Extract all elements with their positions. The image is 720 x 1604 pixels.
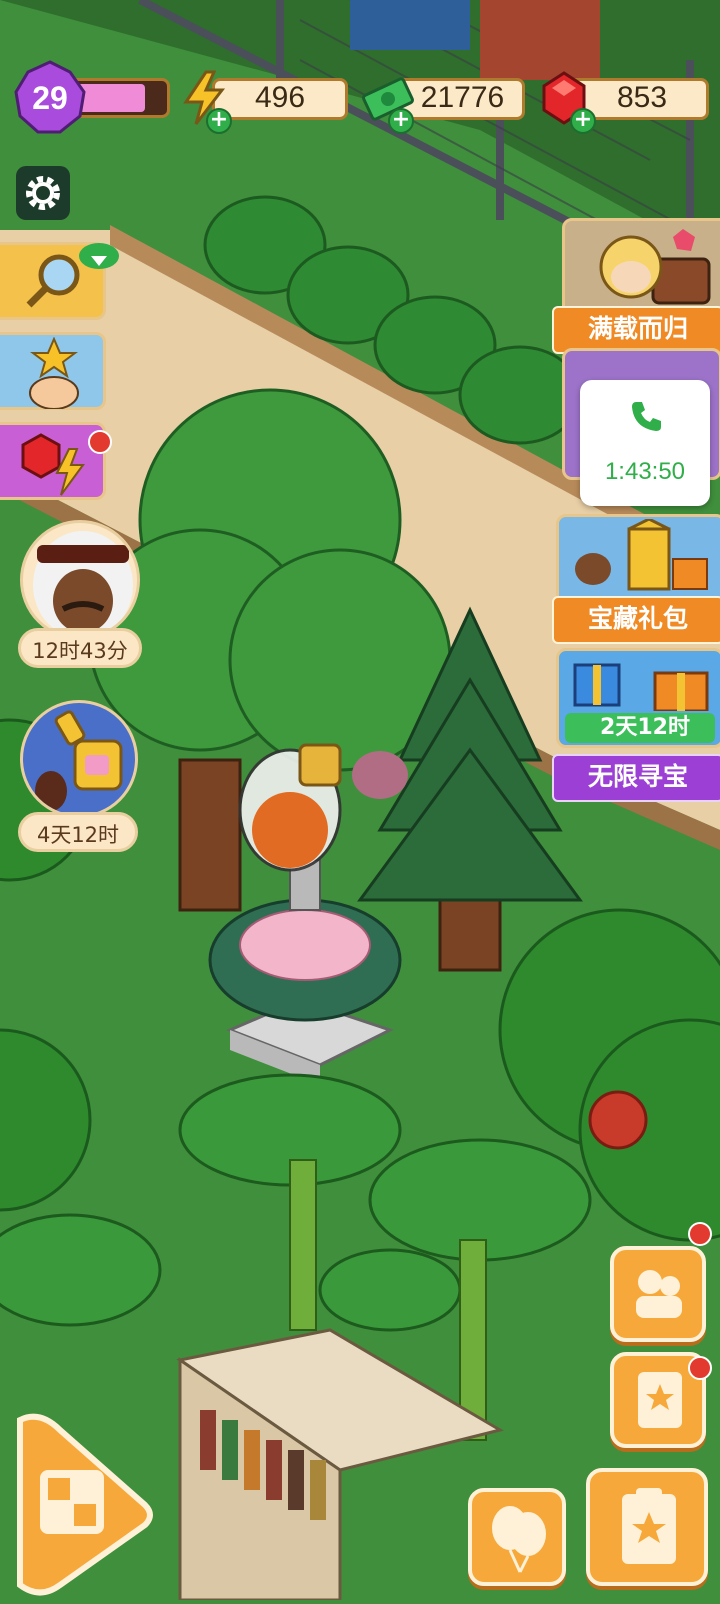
infinite-treasure-label: 无限寻宝 [552, 754, 720, 802]
phone-icon [632, 402, 661, 431]
event-timer: 4天12时 [18, 812, 138, 852]
download-cloud-icon [79, 243, 119, 269]
family-icon [636, 1270, 682, 1318]
gems-value: 853 [616, 81, 668, 114]
merge-board-icon [17, 1413, 153, 1596]
phone-call-card[interactable]: 1:43:50 [580, 380, 710, 506]
infinite-treasure-button[interactable]: 2天12时 [556, 648, 720, 748]
treasure-character-icon [599, 229, 711, 305]
npc-timer: 12时43分 [18, 628, 142, 668]
notification-dot [88, 430, 112, 454]
add-energy-button[interactable]: + [206, 108, 232, 134]
cash-value: 21776 [420, 81, 505, 114]
add-cash-button[interactable]: + [388, 108, 414, 134]
gift-boxes-icon [573, 663, 709, 711]
energy-value: 496 [254, 81, 306, 114]
family-notification-dot [688, 1222, 712, 1246]
star-character-icon [29, 337, 79, 409]
tasks-button[interactable] [586, 1468, 708, 1586]
book-icon [638, 1372, 682, 1428]
merge-board-button[interactable] [0, 1410, 160, 1600]
star-character-event-button[interactable] [0, 332, 106, 410]
perfume-event-button[interactable] [20, 700, 138, 818]
infinite-treasure-timer: 2天12时 [600, 715, 690, 740]
clipboard-star-icon [622, 1488, 676, 1564]
gem-lightning-icon [21, 433, 85, 496]
family-button[interactable] [610, 1246, 706, 1342]
top-bar: 29 496 + 21776 + 853 + [0, 0, 720, 134]
settings-button[interactable] [16, 166, 70, 220]
add-gems-button[interactable]: + [570, 108, 596, 134]
full-load-label: 满载而归 [552, 306, 720, 354]
call-timer: 1:43:50 [604, 458, 686, 485]
balloon-button[interactable] [468, 1488, 566, 1586]
gear-icon [26, 176, 60, 210]
balloon-icon [492, 1506, 546, 1573]
treasure-pack-label: 宝藏礼包 [552, 596, 720, 644]
npc-visitor-button[interactable] [20, 520, 140, 640]
treasure-castle-icon [575, 519, 708, 591]
level-number: 29 [32, 80, 68, 116]
book-notification-dot [688, 1356, 712, 1380]
